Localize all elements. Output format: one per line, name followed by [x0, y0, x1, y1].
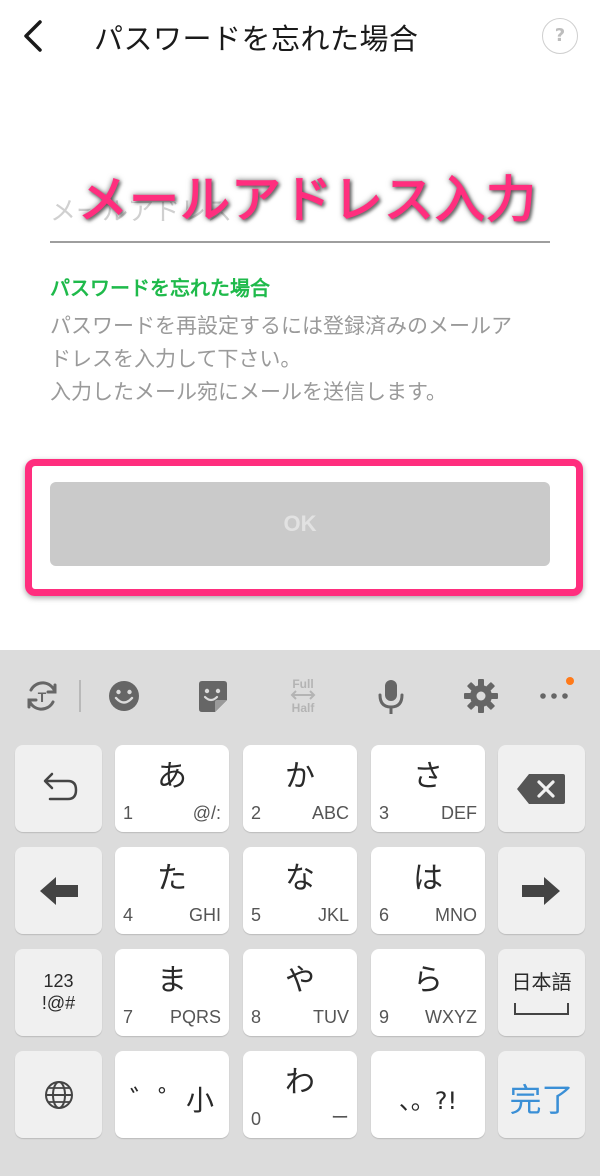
undo-key[interactable] — [15, 745, 102, 832]
key-kana: わ — [285, 1065, 315, 1100]
notification-dot — [566, 677, 574, 685]
key-letters: GHI — [188, 905, 221, 925]
key-letters: WXYZ — [425, 1007, 477, 1027]
key-letters: DEF — [441, 803, 477, 823]
globe-icon — [45, 1081, 73, 1109]
punctuation-key[interactable]: 、。?! — [371, 1051, 485, 1138]
ok-button[interactable]: OK — [50, 482, 550, 566]
key-ra[interactable]: ら 9 WXYZ — [371, 949, 485, 1036]
gear-icon[interactable] — [461, 676, 501, 716]
app-header: パスワードを忘れた場合 ? — [0, 0, 600, 76]
undo-icon — [43, 772, 78, 801]
annotation-caption: メールアドレス入力 — [77, 170, 537, 230]
key-number: 6 — [379, 905, 390, 925]
key-kana: た — [157, 861, 187, 896]
swap-arrows-icon — [290, 690, 316, 700]
punctuation-label: 、。?! — [398, 1087, 458, 1115]
symbols-line-2: !@# — [41, 993, 76, 1013]
key-letters: JKL — [317, 905, 349, 925]
key-kana: や — [285, 963, 315, 998]
dakuten-key[interactable]: ゛゜小 — [115, 1051, 229, 1138]
symbols-line-1: 123 — [43, 971, 74, 991]
key-na[interactable]: な 5 JKL — [243, 847, 357, 934]
full-half-toggle[interactable]: Full Half — [281, 678, 325, 714]
key-number: 9 — [379, 1007, 390, 1027]
language-key[interactable] — [15, 1051, 102, 1138]
backspace-icon — [517, 774, 565, 804]
input-mode-label: 日本語 — [511, 970, 572, 994]
key-letters: TUV — [313, 1007, 349, 1027]
key-ma[interactable]: ま 7 PQRS — [115, 949, 229, 1036]
section-title: パスワードを忘れた場合 — [50, 276, 270, 300]
key-number: 2 — [251, 803, 262, 823]
translate-icon[interactable]: T — [22, 676, 62, 716]
arrow-left-icon — [40, 877, 78, 905]
done-key[interactable]: 完了 — [498, 1051, 585, 1138]
key-number: 5 — [251, 905, 262, 925]
description-line: ドレスを入力して下さい。 — [50, 347, 302, 371]
space-bar-icon — [514, 1003, 569, 1015]
key-ha[interactable]: は 6 MNO — [371, 847, 485, 934]
key-kana: か — [285, 759, 315, 794]
cursor-right-key[interactable] — [498, 847, 585, 934]
key-letters: ABC — [311, 803, 349, 823]
input-underline — [50, 241, 550, 243]
key-letters: ー — [331, 1108, 349, 1128]
symbols-key[interactable]: 123 !@# — [15, 949, 102, 1036]
key-kana: ら — [413, 963, 443, 998]
help-button[interactable]: ? — [542, 18, 578, 54]
backspace-key[interactable] — [498, 745, 585, 832]
key-number: 0 — [251, 1109, 262, 1129]
key-number: 8 — [251, 1007, 262, 1027]
key-letters: PQRS — [169, 1007, 221, 1027]
key-kana: さ — [413, 759, 443, 794]
toolbar-divider — [79, 680, 81, 712]
arrow-right-icon — [522, 877, 560, 905]
key-sa[interactable]: さ 3 DEF — [371, 745, 485, 832]
key-number: 7 — [123, 1007, 134, 1027]
input-mode-key[interactable]: 日本語 — [498, 949, 585, 1036]
microphone-icon[interactable] — [371, 676, 411, 716]
cursor-left-key[interactable] — [15, 847, 102, 934]
key-ta[interactable]: た 4 GHI — [115, 847, 229, 934]
chevron-left-icon — [24, 20, 42, 52]
key-number: 3 — [379, 803, 390, 823]
key-kana: な — [285, 861, 315, 896]
half-label: Half — [291, 701, 315, 715]
keyboard-toolbar: T Full Half — [0, 650, 600, 742]
key-kana: は — [413, 861, 443, 896]
description-text: パスワードを再設定するには登録済みのメールア ドレスを入力して下さい。 入力した… — [50, 310, 560, 409]
description-line: パスワードを再設定するには登録済みのメールア — [50, 314, 512, 338]
key-letters: MNO — [435, 905, 477, 925]
key-ka[interactable]: か 2 ABC — [243, 745, 357, 832]
dakuten-label: ゛゜小 — [129, 1084, 214, 1117]
key-letters: @/: — [192, 803, 221, 823]
key-wa[interactable]: わ 0 ー — [243, 1051, 357, 1138]
sticker-icon[interactable] — [193, 676, 233, 716]
back-button[interactable] — [14, 14, 54, 58]
key-ya[interactable]: や 8 TUV — [243, 949, 357, 1036]
soft-keyboard: T Full Half あ 1 @/: か 2 ABC さ 3 DEF た 4 … — [0, 650, 600, 1176]
full-label: Full — [292, 677, 314, 691]
key-kana: ま — [157, 963, 187, 998]
key-number: 4 — [123, 905, 134, 925]
email-field-container: メールアドレス入力 — [50, 168, 550, 244]
emoji-icon[interactable] — [104, 676, 144, 716]
key-kana: あ — [157, 759, 187, 794]
key-a[interactable]: あ 1 @/: — [115, 745, 229, 832]
description-line: 入力したメール宛にメールを送信します。 — [50, 380, 447, 404]
page-title: パスワードを忘れた場合 — [94, 22, 419, 56]
done-label: 完了 — [509, 1081, 574, 1119]
svg-text:T: T — [38, 689, 47, 705]
key-number: 1 — [123, 803, 134, 823]
